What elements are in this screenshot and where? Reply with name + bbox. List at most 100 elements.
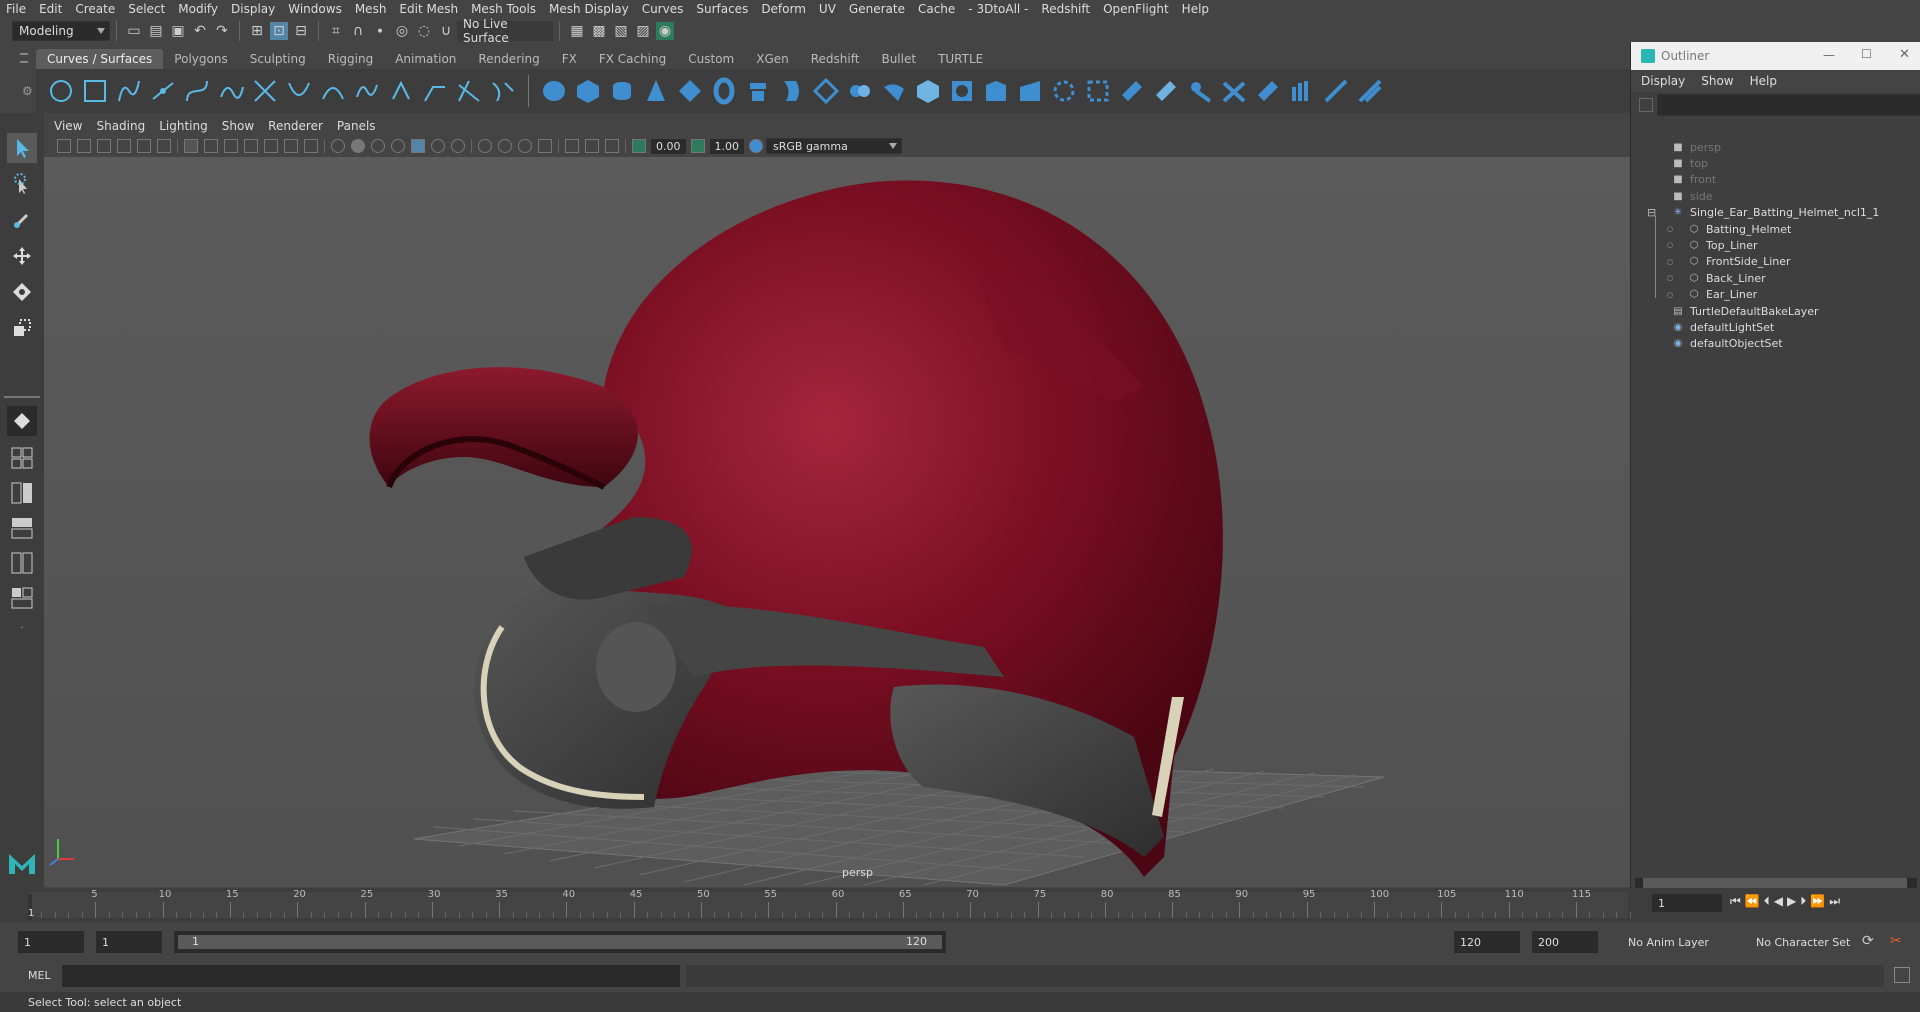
outliner-item[interactable]: ○ ⬡ Batting_Helmet <box>1667 220 1791 238</box>
snap-curve-icon[interactable]: ∩ <box>349 22 367 40</box>
menu-surfaces[interactable]: Surfaces <box>696 2 748 16</box>
depth-of-field-icon[interactable] <box>518 139 532 153</box>
outliner-item[interactable]: ◉ defaultLightSet <box>1671 318 1775 336</box>
screen-space-ao-icon[interactable] <box>451 139 465 153</box>
outliner-item[interactable]: ○ ⬡ Ear_Liner <box>1667 286 1757 304</box>
isolate-select-icon[interactable] <box>538 139 552 153</box>
exposure-field[interactable]: 0.00 <box>651 138 686 154</box>
shelf-tab-custom[interactable]: Custom <box>677 49 745 69</box>
grease-pencil-icon[interactable] <box>137 139 151 153</box>
go-to-start-icon[interactable]: ⏮ <box>1730 894 1741 909</box>
outliner-search-input[interactable] <box>1657 94 1920 116</box>
range-slider[interactable]: 1 120 <box>174 931 946 953</box>
outliner-item[interactable]: ⊟ ✳ Single_Ear_Batting_Helmet_ncl1_1 <box>1647 204 1879 222</box>
time-slider[interactable]: 1 5 10 15 20 25 30 35 40 45 50 55 60 65 70 75 80 85 90 95 1… <box>0 888 1920 922</box>
layout-stack-icon[interactable] <box>7 513 37 543</box>
shelf-tab-turtle[interactable]: TURTLE <box>927 49 994 69</box>
nurbs-plane-icon[interactable] <box>676 77 704 105</box>
shelf-tab-fx[interactable]: FX <box>551 49 588 69</box>
select-hierarchy-icon[interactable]: ⊞ <box>248 22 266 40</box>
step-back-frame-icon[interactable]: ⏴ <box>1764 894 1770 909</box>
step-forward-frame-icon[interactable]: ⏵ <box>1800 894 1806 909</box>
render-frame-icon[interactable]: ▩ <box>590 22 608 40</box>
outliner-filter-icon[interactable] <box>1639 98 1653 112</box>
viewport-persp[interactable]: persp <box>44 157 1630 887</box>
gamma-field[interactable]: 1.00 <box>709 138 744 154</box>
shadows-icon[interactable] <box>431 139 445 153</box>
toolbox-more-icon[interactable]: · <box>7 618 37 638</box>
exposure-icon[interactable] <box>632 139 646 153</box>
square-surface-icon[interactable] <box>948 77 976 105</box>
nurbs-torus-icon[interactable] <box>710 77 738 105</box>
menu-deform[interactable]: Deform <box>761 2 806 16</box>
planar-icon[interactable] <box>812 77 840 105</box>
new-scene-icon[interactable]: ▭ <box>125 22 143 40</box>
curve-blend-icon[interactable] <box>285 77 313 105</box>
menu-modify[interactable]: Modify <box>178 2 218 16</box>
rebuild-surface-icon[interactable] <box>1356 77 1384 105</box>
visibility-dot-icon[interactable]: ○ <box>1667 274 1673 282</box>
outliner-menu-display[interactable]: Display <box>1641 74 1685 88</box>
maximize-button[interactable]: ☐ <box>1861 47 1872 61</box>
visibility-dot-icon[interactable]: ○ <box>1667 241 1673 249</box>
anim-prefs-icon[interactable]: ✂ <box>1890 933 1902 949</box>
image-plane-icon[interactable] <box>117 139 131 153</box>
safe-title-icon[interactable] <box>304 139 318 153</box>
auto-key-icon[interactable]: ⟳ <box>1862 933 1874 949</box>
shelf-tab-fx-caching[interactable]: FX Caching <box>588 49 677 69</box>
bevel-plus-icon[interactable] <box>982 77 1010 105</box>
menu-mesh[interactable]: Mesh <box>355 2 387 16</box>
insert-isoparm-icon[interactable] <box>1186 77 1214 105</box>
panel-menu-shading[interactable]: Shading <box>96 119 145 133</box>
use-all-lights-icon[interactable] <box>411 139 425 153</box>
gate-mask-icon[interactable] <box>244 139 258 153</box>
menu-cache[interactable]: Cache <box>918 2 955 16</box>
shelf-menu-icon[interactable] <box>20 53 28 63</box>
panel-menu-show[interactable]: Show <box>222 119 254 133</box>
nurbs-circle-icon[interactable] <box>47 77 75 105</box>
shelf-tab-sculpting[interactable]: Sculpting <box>239 49 317 69</box>
menu-edit-mesh[interactable]: Edit Mesh <box>399 2 458 16</box>
scale-tool-icon[interactable] <box>7 313 37 343</box>
field-chart-icon[interactable] <box>264 139 278 153</box>
step-back-key-icon[interactable]: ⏪ <box>1745 894 1760 909</box>
outliner-item[interactable]: ■ front <box>1671 171 1716 189</box>
xray-joints-icon[interactable] <box>585 139 599 153</box>
play-backward-icon[interactable]: ◀ <box>1774 894 1783 909</box>
outliner-menu-show[interactable]: Show <box>1701 74 1733 88</box>
snap-grid-icon[interactable]: ⌗ <box>327 22 345 40</box>
wireframe-on-shaded-icon[interactable] <box>371 139 385 153</box>
nurbs-cube-icon[interactable] <box>574 77 602 105</box>
sculpt-surface-icon[interactable] <box>1288 77 1316 105</box>
trim-icon[interactable] <box>1084 77 1112 105</box>
character-set-dropdown[interactable]: No Character Set <box>1750 931 1864 953</box>
render-history-icon[interactable]: ▦ <box>568 22 586 40</box>
animation-end-field[interactable]: 200 <box>1532 931 1598 953</box>
playback-start-field[interactable]: 1 <box>96 931 162 953</box>
visibility-dot-icon[interactable]: ○ <box>1667 225 1673 233</box>
paint-select-tool-icon[interactable] <box>7 205 37 235</box>
menu-generate[interactable]: Generate <box>849 2 905 16</box>
open-scene-icon[interactable]: ▤ <box>147 22 165 40</box>
save-scene-icon[interactable]: ▣ <box>169 22 187 40</box>
color-management-icon[interactable] <box>749 139 763 153</box>
curve-attach-icon[interactable] <box>319 77 347 105</box>
panel-menu-panels[interactable]: Panels <box>337 119 376 133</box>
shelf-tab-animation[interactable]: Animation <box>384 49 467 69</box>
snap-point-icon[interactable]: ∙ <box>371 22 389 40</box>
menu-select[interactable]: Select <box>128 2 165 16</box>
camera-attributes-icon[interactable] <box>77 139 91 153</box>
two-d-pan-icon[interactable] <box>157 139 171 153</box>
select-component-icon[interactable]: ⊟ <box>292 22 310 40</box>
shelf-tab-redshift[interactable]: Redshift <box>800 49 871 69</box>
go-to-end-icon[interactable]: ⏭ <box>1829 894 1840 909</box>
textured-icon[interactable] <box>391 139 405 153</box>
nurbs-cone-icon[interactable] <box>642 77 670 105</box>
curve-fillet-icon[interactable] <box>421 77 449 105</box>
menu-file[interactable]: File <box>6 2 26 16</box>
boundary-icon[interactable] <box>914 77 942 105</box>
ipr-render-icon[interactable]: ▧ <box>612 22 630 40</box>
playback-end-field[interactable]: 120 <box>1454 931 1520 953</box>
rotate-tool-icon[interactable] <box>7 277 37 307</box>
curve-offset-icon[interactable] <box>387 77 415 105</box>
